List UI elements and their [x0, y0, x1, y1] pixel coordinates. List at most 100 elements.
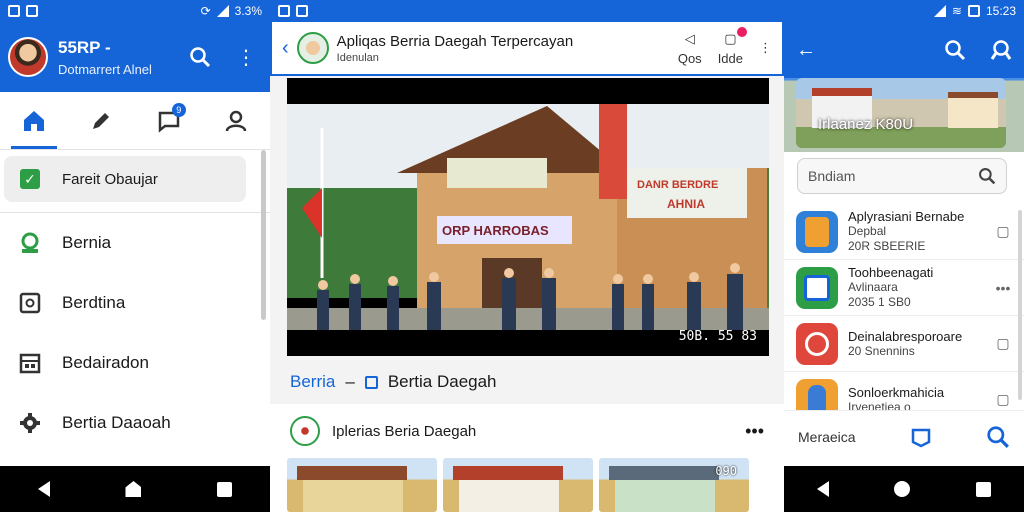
thumbnail[interactable]: 090 [599, 458, 749, 512]
status-bar: ⟳ 3.3% [0, 0, 270, 22]
header-title: 55RP - [58, 37, 111, 57]
inbox-icon [911, 428, 931, 447]
caption-category[interactable]: Berria [290, 372, 335, 392]
scrollbar[interactable] [1018, 210, 1022, 400]
search-placeholder: Bndiam [808, 168, 856, 184]
menu-item-settings[interactable]: Bertia Daaoah [0, 393, 270, 453]
app-subtitle: Idenulan [336, 51, 379, 64]
tab-edit[interactable] [76, 93, 126, 149]
app-icon [796, 266, 838, 309]
status-battery-text: 3.3% [234, 4, 262, 18]
bookmark-icon[interactable]: ▢ [994, 223, 1012, 240]
notification-icon [8, 5, 20, 17]
card-logo [290, 416, 320, 446]
home-nav-icon[interactable] [125, 481, 142, 497]
hero: ← Irlaanez K80U [784, 22, 1024, 152]
card-title[interactable]: Iplerias Beria Daegah [332, 423, 745, 440]
app-header: 55RP - Dotmarrert Alnel ⋮ [0, 22, 270, 92]
notification-dot [737, 26, 747, 37]
location-icon [18, 231, 42, 255]
notifications-button[interactable]: ▢ Idde [718, 26, 747, 66]
more-horiz-icon[interactable]: ••• [745, 421, 764, 442]
middle-panel: ‹ Apliqas Berria Daegah Terpercayan Iden… [270, 0, 784, 512]
signal-icon [216, 5, 229, 17]
menu-item-berdtina[interactable]: Berdtina [0, 273, 270, 333]
pill-item[interactable]: ✓ Fareit Obaujar [4, 156, 246, 202]
calendar-icon [18, 351, 42, 375]
mute-label: Qos [677, 50, 702, 66]
app-title: Apliqas Berria Daegah Terpercayan [336, 32, 574, 50]
news-photo[interactable]: ORP HARROBAS DANR BERDRE AHNIA 50B. 55 8… [287, 78, 769, 356]
hero-image[interactable]: Irlaanez K80U [796, 78, 1006, 148]
menu-item-label: Bertia Daaoah [62, 413, 171, 432]
signal-icon [933, 5, 946, 17]
thumbnail[interactable] [443, 458, 593, 512]
check-icon: ✓ [20, 169, 40, 189]
home-nav-icon[interactable] [894, 481, 911, 497]
photo-timestamp: 50B. 55 83 [678, 329, 757, 344]
recents-icon[interactable] [976, 481, 992, 497]
item-title: Toohbeenagati [848, 265, 934, 280]
status-bar: ≋ 15:23 [784, 0, 1024, 22]
item-title: Aplyrasiani Bernabe [848, 209, 965, 224]
thumbnail[interactable] [287, 458, 437, 512]
item-meta: 20R SBEERIE [848, 239, 926, 253]
item-meta: 2035 1 SB0 [848, 295, 911, 309]
menu-item-label: Bedairadon [62, 353, 149, 372]
status-time: 15:23 [985, 4, 1016, 18]
header-subtitle: Dotmarrert Alnel [58, 61, 152, 77]
menu-item-label: Berdtina [62, 293, 126, 312]
bookmark-icon[interactable]: ▢ [994, 391, 1012, 408]
tab-profile[interactable] [211, 93, 261, 149]
item-title: Deinalabresporoare [848, 328, 963, 344]
messages-badge: 9 [171, 102, 186, 117]
list-item[interactable]: Aplyrasiani Bernabe Depbal 20R SBEERIE ▢ [784, 204, 1024, 260]
search-icon[interactable] [184, 41, 216, 73]
tab-messages[interactable]: 9 [144, 93, 194, 149]
back-arrow-icon[interactable]: ← [796, 39, 816, 62]
list-item[interactable]: Deinalabresporoare 20 Snennins ▢ [784, 316, 1024, 372]
related-card: Iplerias Beria Daegah ••• 090 [270, 404, 784, 512]
back-icon[interactable] [816, 481, 829, 497]
wifi-icon: ≋ [951, 4, 962, 18]
sync-icon: ⟳ [200, 4, 211, 18]
tab-home[interactable] [9, 93, 59, 149]
item-sub: Depbal [848, 224, 887, 238]
notification-icon [278, 5, 290, 17]
search-input[interactable]: Bndiam [797, 158, 1007, 194]
search-icon [979, 168, 996, 185]
app-list: Aplyrasiani Bernabe Depbal 20R SBEERIE ▢ T… [784, 204, 1024, 428]
item-sub: Avlinaara [848, 280, 898, 294]
search-icon [987, 425, 1009, 448]
speaker-icon: ◁ [684, 30, 695, 46]
caption-source[interactable]: Bertia Daegah [388, 372, 497, 392]
scrollbar[interactable] [261, 150, 266, 320]
home-icon [23, 110, 44, 131]
battery-icon [967, 5, 980, 17]
bookmark-icon[interactable]: ▢ [994, 335, 1012, 352]
app-icon [796, 210, 838, 253]
thumbnail-strip: 090 [270, 458, 784, 512]
more-vert-icon[interactable]: ⋮ [759, 40, 772, 56]
item-sub: 20 Snennins [848, 343, 915, 358]
top-bar: ← [784, 22, 1024, 78]
banner-left-text: ORP HARROBAS [442, 223, 549, 238]
back-icon[interactable] [37, 481, 50, 497]
mute-button[interactable]: ◁ Qos [678, 31, 702, 66]
status-bar [270, 0, 784, 22]
recents-icon[interactable] [217, 481, 233, 497]
menu-item-bedairadon[interactable]: Bedairadon [0, 333, 270, 393]
bottom-label[interactable]: Meraeica [798, 429, 856, 445]
square-icon [18, 291, 42, 315]
menu-item-bernia[interactable]: Bernia [0, 213, 270, 273]
app-bar: ‹ Apliqas Berria Daegah Terpercayan Iden… [270, 22, 784, 76]
back-arrow-icon[interactable]: ‹ [282, 37, 289, 60]
photo-caption: Berria – Bertia Daegah [290, 372, 497, 392]
gear-icon [18, 411, 42, 435]
more-vert-icon[interactable]: ⋮ [230, 41, 262, 73]
more-horiz-icon[interactable]: ••• [994, 280, 1012, 296]
avatar[interactable] [8, 37, 48, 77]
person-icon [226, 110, 247, 131]
app-icon [796, 322, 838, 365]
list-item[interactable]: Toohbeenagati Avlinaara 2035 1 SB0 ••• [784, 260, 1024, 316]
